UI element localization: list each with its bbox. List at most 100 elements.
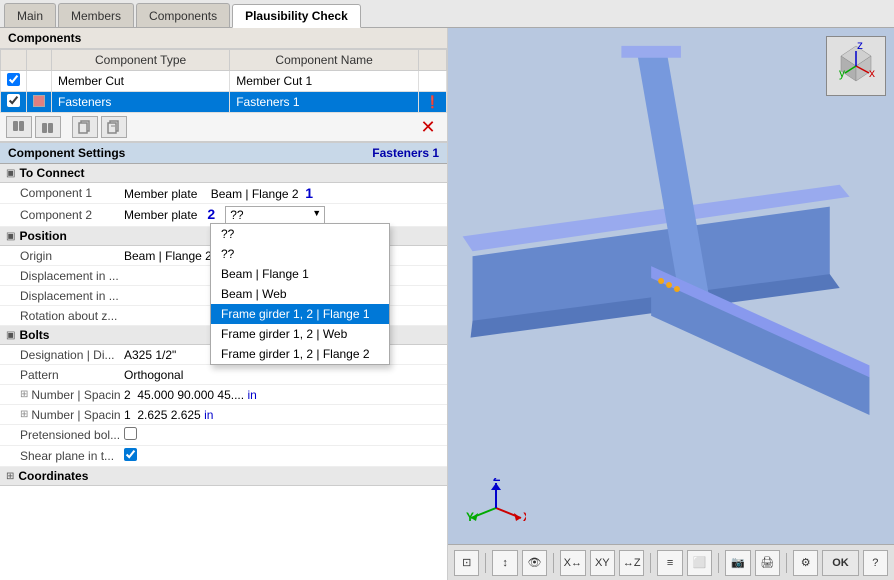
- row1-error: [419, 71, 447, 92]
- view-btn-render[interactable]: ⬜: [687, 550, 712, 576]
- row1-color: [27, 71, 52, 92]
- separator-5: [786, 553, 787, 573]
- components-table: Component Type Component Name Member Cut…: [0, 49, 447, 113]
- components-area: Components Component Type Component Name: [0, 28, 447, 143]
- component2-dropdown[interactable]: ?? ▼: [225, 206, 325, 224]
- view-btn-xy[interactable]: XY: [590, 550, 615, 576]
- beam-scene: [448, 28, 894, 544]
- dropdown-item-7[interactable]: Frame girder 1, 2 | Flange 2: [211, 344, 389, 364]
- component2-row: Component 2 Member plate 2 ?? ▼ ??: [0, 204, 447, 227]
- num-spacing-2-label: ⊞ Number | Spacin...: [0, 407, 120, 423]
- pattern-value: Orthogonal: [120, 367, 447, 383]
- row2-checkbox[interactable]: [1, 92, 27, 113]
- view-btn-x[interactable]: X↔: [560, 550, 585, 576]
- col-color: [27, 50, 52, 71]
- view-toolbar: ⊡ ↕ 👁 X↔ XY ↔Z ≡ ⬜ 📷 🖨 ⚙ OK ?: [448, 544, 894, 580]
- shear-label: Shear plane in t...: [0, 448, 120, 464]
- component2-value: Member plate 2 ?? ▼ ?? ?? Beam | Flang: [120, 205, 447, 225]
- component1-label: Component 1: [0, 185, 120, 201]
- view-btn-camera[interactable]: 📷: [725, 550, 750, 576]
- pretensioned-value[interactable]: [120, 426, 447, 444]
- num-spacing-1-row: ⊞ Number | Spacin... 2 45.000 90.000 45.…: [0, 385, 447, 405]
- shear-row: Shear plane in t...: [0, 446, 447, 467]
- dropdown-item-1[interactable]: ??: [211, 224, 389, 244]
- view-btn-layers[interactable]: ≡: [657, 550, 682, 576]
- shear-value[interactable]: [120, 447, 447, 465]
- components-toolbar: ✕: [0, 113, 447, 142]
- num-spacing-1-label: ⊞ Number | Spacin...: [0, 387, 120, 403]
- group-coordinates-header[interactable]: ⊞ Coordinates: [0, 467, 447, 486]
- row2-error: ❗: [419, 92, 447, 113]
- axis-indicator: X Y Z: [466, 478, 526, 536]
- components-scroll: Component Type Component Name Member Cut…: [0, 49, 447, 113]
- col-check: [1, 50, 27, 71]
- delete-button[interactable]: ✕: [415, 116, 441, 138]
- pretensioned-checkbox[interactable]: [124, 427, 137, 440]
- group-to-connect-label: To Connect: [19, 166, 84, 180]
- move-up-button[interactable]: [6, 116, 32, 138]
- component2-type: Member plate: [124, 208, 197, 222]
- dropdown-item-3[interactable]: Beam | Flange 1: [211, 264, 389, 284]
- component2-number: 2: [207, 206, 215, 222]
- component1-part: Beam | Flange 2: [211, 187, 299, 201]
- components-section-title: Components: [0, 28, 447, 49]
- unit1: in: [247, 388, 256, 402]
- tab-bar: Main Members Components Plausibility Che…: [0, 0, 894, 28]
- group-coordinates: ⊞ Coordinates: [0, 467, 447, 486]
- pretensioned-row: Pretensioned bol...: [0, 425, 447, 446]
- svg-text:Y: Y: [466, 510, 474, 524]
- svg-text:X: X: [523, 510, 526, 524]
- bolts-collapse-icon: ▣: [6, 330, 15, 341]
- component1-value: Member plate Beam | Flange 2 1: [120, 184, 447, 202]
- view-btn-1[interactable]: ⊡: [454, 550, 479, 576]
- dropdown-item-6[interactable]: Frame girder 1, 2 | Web: [211, 324, 389, 344]
- shear-checkbox[interactable]: [124, 448, 137, 461]
- component2-label: Component 2: [0, 207, 120, 223]
- collapse-icon: ▣: [6, 168, 15, 179]
- row1-type: Member Cut: [52, 71, 230, 92]
- row1-checkbox[interactable]: [1, 71, 27, 92]
- view-btn-rotate[interactable]: ↕: [492, 550, 517, 576]
- disp-x-label: Displacement in ... Δx2: [0, 268, 120, 284]
- settings-title: Component Settings: [8, 146, 125, 160]
- component-settings: Component Settings Fasteners 1 ▣ To Conn…: [0, 143, 447, 580]
- view-btn-settings[interactable]: ⚙: [793, 550, 818, 576]
- settings-header: Component Settings Fasteners 1: [0, 143, 447, 164]
- settings-subtitle: Fasteners 1: [372, 146, 439, 160]
- view-btn-ok[interactable]: OK: [822, 550, 858, 576]
- group-to-connect-header[interactable]: ▣ To Connect: [0, 164, 447, 183]
- dropdown-item-2[interactable]: ??: [211, 244, 389, 264]
- copy-button[interactable]: [72, 116, 98, 138]
- num-spacing-1-value: 2 45.000 90.000 45.... in: [120, 387, 447, 403]
- move-down-button[interactable]: [35, 116, 61, 138]
- row2-color: [27, 92, 52, 113]
- view-btn-help[interactable]: ?: [863, 550, 888, 576]
- tab-main[interactable]: Main: [4, 3, 56, 27]
- dropdown-item-4[interactable]: Beam | Web: [211, 284, 389, 304]
- axis-svg: X Y Z: [466, 478, 526, 533]
- designation-label: Designation | Di...: [0, 347, 120, 363]
- component1-row: Component 1 Member plate Beam | Flange 2…: [0, 183, 447, 204]
- row2-name: Fasteners 1: [230, 92, 419, 113]
- position-collapse-icon: ▣: [6, 231, 15, 242]
- svg-text:Z: Z: [493, 478, 500, 484]
- table-row[interactable]: Member Cut Member Cut 1: [1, 71, 447, 92]
- separator-4: [718, 553, 719, 573]
- table-row[interactable]: Fasteners Fasteners 1 ❗: [1, 92, 447, 113]
- col-type-header: Component Type: [52, 50, 230, 71]
- group-coordinates-label: Coordinates: [18, 469, 88, 483]
- view-btn-print[interactable]: 🖨: [755, 550, 780, 576]
- component2-dropdown-menu: ?? ?? Beam | Flange 1 Beam | Web Frame g…: [210, 223, 390, 365]
- dropdown-item-5[interactable]: Frame girder 1, 2 | Flange 1: [211, 304, 389, 324]
- view-btn-eye[interactable]: 👁: [522, 550, 547, 576]
- dropdown-arrow-icon: ▼: [312, 208, 321, 218]
- tab-components[interactable]: Components: [136, 3, 230, 27]
- component2-selected: ??: [230, 208, 243, 222]
- separator-2: [553, 553, 554, 573]
- pattern-row: Pattern Orthogonal: [0, 365, 447, 385]
- row1-name: Member Cut 1: [230, 71, 419, 92]
- paste-button[interactable]: [101, 116, 127, 138]
- tab-members[interactable]: Members: [58, 3, 134, 27]
- tab-plausibility[interactable]: Plausibility Check: [232, 4, 361, 28]
- view-btn-xz[interactable]: ↔Z: [619, 550, 644, 576]
